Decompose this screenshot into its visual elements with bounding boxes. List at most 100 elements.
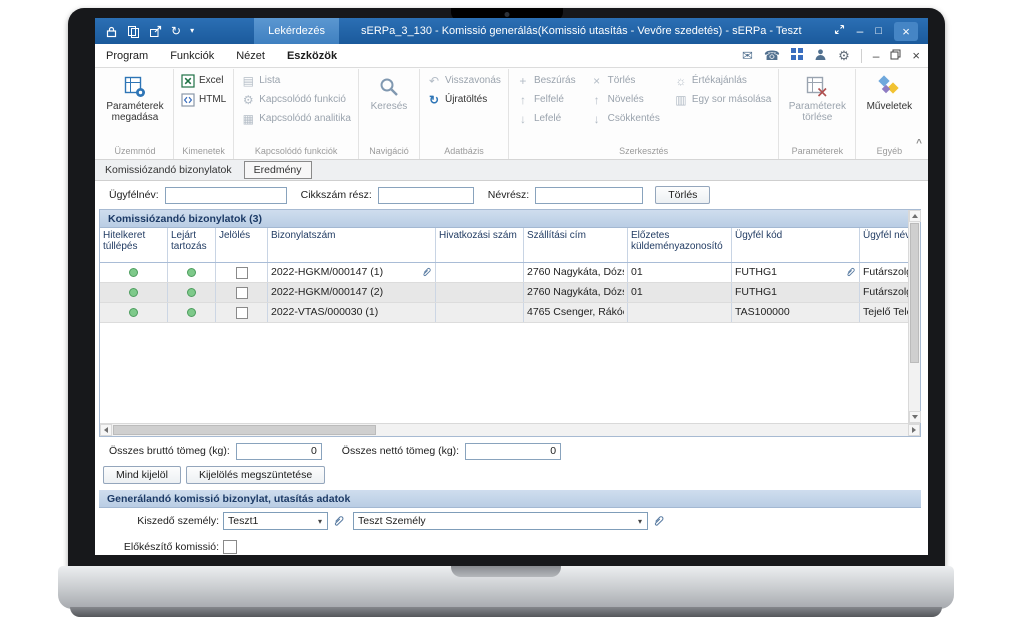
lock-icon[interactable] <box>105 25 118 38</box>
select-all-button[interactable]: Mind kijelöl <box>103 466 181 484</box>
lista-button[interactable]: ▤ Lista <box>239 71 353 90</box>
phone-icon[interactable]: ☎ <box>764 49 780 62</box>
expand-icon[interactable] <box>834 24 845 38</box>
app-window: ↻ ▾ Lekérdezés sERPa_3_130 - Komissió ge… <box>95 18 928 555</box>
col-szallitasi-cim[interactable]: Szállítási cím <box>524 228 628 262</box>
col-jeloles[interactable]: Jelölés <box>216 228 268 262</box>
increase-icon: ↑ <box>590 94 604 106</box>
cell-hitelkeret <box>100 303 168 322</box>
table-row[interactable]: 2022-VTAS/000030 (1) 4765 Csenger, Rákóc… <box>100 303 908 323</box>
col-hivatkozasi[interactable]: Hivatkozási szám <box>436 228 524 262</box>
torles-button-ribbon[interactable]: × Törlés <box>588 71 662 90</box>
col-ugyfel-nev[interactable]: Ügyfél név <box>860 228 908 262</box>
netto-value-field[interactable]: 0 <box>465 443 561 460</box>
ribbon-collapse-icon[interactable]: ^ <box>916 138 922 149</box>
search-icon <box>378 73 400 101</box>
menu-program[interactable]: Program <box>95 44 159 68</box>
child-minimize-icon[interactable]: – <box>873 49 880 63</box>
close-icon[interactable]: × <box>894 22 918 41</box>
html-icon <box>181 93 195 107</box>
table-row[interactable]: 2022-HGKM/000147 (1) 2760 Nagykáta, Dózs… <box>100 263 908 283</box>
maximize-icon[interactable]: □ <box>875 26 882 37</box>
beszuras-button[interactable]: + Beszúrás <box>514 71 578 90</box>
row-select-checkbox[interactable] <box>236 267 248 279</box>
csokkentes-button[interactable]: ↓ Csökkentés <box>588 109 662 128</box>
csokkentes-label: Csökkentés <box>608 113 660 124</box>
gear-icon[interactable]: ⚙ <box>838 49 850 62</box>
attachment-paperclip-icon[interactable] <box>652 515 665 528</box>
menu-nezet[interactable]: Nézet <box>225 44 276 68</box>
col-elozetes[interactable]: Előzetes küldeményazonosító <box>628 228 732 262</box>
row-select-checkbox[interactable] <box>236 287 248 299</box>
vertical-scroll-thumb[interactable] <box>910 223 919 363</box>
ertekajanlas-button[interactable]: ☼ Értékajánlás <box>672 71 773 90</box>
totals-row: Összes bruttó tömeg (kg): 0 Összes nettó… <box>95 439 928 463</box>
visszavonas-button[interactable]: ↶ Visszavonás <box>425 71 503 90</box>
scroll-left-button[interactable] <box>100 424 112 436</box>
refresh-icon[interactable]: ↻ <box>171 25 181 37</box>
cell-hivatkozasi <box>436 283 524 302</box>
ugyfelnev-input[interactable] <box>165 187 287 204</box>
lefele-button[interactable]: ↓ Lefelé <box>514 109 578 128</box>
html-button[interactable]: HTML <box>179 90 228 109</box>
ribbon-group-navigacio: Keresés Navigáció <box>359 69 420 159</box>
kapcsolodo-funkcio-button[interactable]: ⚙ Kapcsolódó funkció <box>239 90 353 109</box>
suggest-icon: ☼ <box>674 75 688 87</box>
child-restore-icon[interactable] <box>890 49 901 63</box>
user-icon[interactable] <box>814 48 827 64</box>
excel-button[interactable]: Excel <box>179 71 228 90</box>
window-query-tab[interactable]: Lekérdezés <box>254 18 339 44</box>
deselect-all-button[interactable]: Kijelölés megszüntetése <box>186 466 325 484</box>
cell-jeloles <box>216 283 268 302</box>
table-header-row: Hitelkeret túllépés Lejárt tartozás Jelö… <box>100 228 908 263</box>
export-window-icon[interactable] <box>149 25 162 38</box>
brutto-value-field[interactable]: 0 <box>236 443 322 460</box>
col-hitelkeret[interactable]: Hitelkeret túllépés <box>100 228 168 262</box>
kiszedo-nev-combo[interactable]: Teszt Személy ▾ <box>353 512 648 530</box>
parameterek-megadasa-button[interactable]: Paraméterek megadása <box>102 71 168 123</box>
row-select-checkbox[interactable] <box>236 307 248 319</box>
minimize-icon[interactable]: – <box>857 25 864 37</box>
tab-komissiozando-bizonylatok[interactable]: Komissiózandó bizonylatok <box>95 161 242 180</box>
elokeszito-checkbox[interactable] <box>223 540 237 554</box>
kereses-button[interactable]: Keresés <box>364 71 414 112</box>
scroll-up-button[interactable] <box>909 210 921 222</box>
horizontal-scroll-thumb[interactable] <box>113 425 376 435</box>
parameterek-torlese-button[interactable]: Paraméterek törlése <box>784 71 850 123</box>
menu-funkciok[interactable]: Funkciók <box>159 44 225 68</box>
kapcsolodo-analitika-button[interactable]: ▦ Kapcsolódó analitika <box>239 109 353 128</box>
attachment-paperclip-icon[interactable] <box>421 267 432 278</box>
child-close-icon[interactable]: × <box>912 48 920 63</box>
menu-eszkozok[interactable]: Eszközök <box>276 44 348 68</box>
tab-eredmeny[interactable]: Eredmény <box>244 161 312 179</box>
nevresz-input[interactable] <box>535 187 643 204</box>
table-row[interactable]: 2022-HGKM/000147 (2) 2760 Nagykáta, Dózs… <box>100 283 908 303</box>
attachment-paperclip-icon[interactable] <box>845 267 856 278</box>
noveles-button[interactable]: ↑ Növelés <box>588 90 662 109</box>
status-ok-dot <box>129 288 138 297</box>
felfele-button[interactable]: ↑ Felfelé <box>514 90 578 109</box>
apps-grid-icon[interactable] <box>791 48 803 63</box>
filter-clear-button[interactable]: Törlés <box>655 186 710 204</box>
kapcsolodo-funkcio-label: Kapcsolódó funkció <box>259 94 346 105</box>
kiszedo-kod-combo[interactable]: Teszt1 ▾ <box>223 512 328 530</box>
attachment-paperclip-icon[interactable] <box>332 515 345 528</box>
muveletek-button[interactable]: Műveletek <box>861 71 917 112</box>
horizontal-scroll-track[interactable] <box>377 424 908 436</box>
horizontal-scrollbar[interactable] <box>100 423 920 436</box>
vertical-scrollbar[interactable] <box>908 210 920 423</box>
scroll-right-button[interactable] <box>908 424 920 436</box>
ujratoltes-button[interactable]: ↻ Újratöltés <box>425 90 503 109</box>
cikkszam-input[interactable] <box>378 187 474 204</box>
col-ugyfel-kod[interactable]: Ügyfél kód <box>732 228 860 262</box>
cell-ugyfelkod: TAS100000 <box>732 303 860 322</box>
egy-sor-masolasa-button[interactable]: ▥ Egy sor másolása <box>672 90 773 109</box>
cell-lejart <box>168 303 216 322</box>
col-lejart[interactable]: Lejárt tartozás <box>168 228 216 262</box>
col-bizonylatszam[interactable]: Bizonylatszám <box>268 228 436 262</box>
scroll-down-button[interactable] <box>909 411 921 423</box>
vertical-scroll-track[interactable] <box>909 364 920 411</box>
copy-sheets-icon[interactable] <box>127 25 140 38</box>
mail-icon[interactable]: ✉ <box>742 49 753 62</box>
qat-dropdown-icon[interactable]: ▾ <box>190 27 194 35</box>
